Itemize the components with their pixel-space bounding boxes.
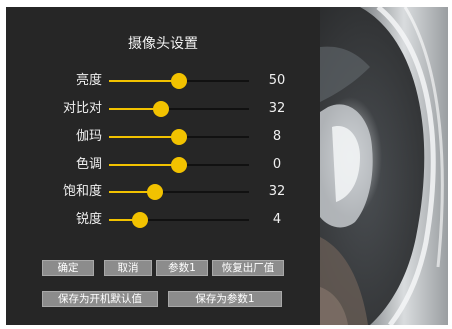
- slider-value: 32: [268, 101, 286, 116]
- brightness-slider-handle[interactable]: [171, 73, 187, 89]
- slider-value: 32: [268, 184, 286, 199]
- camera-preview-image: [320, 7, 448, 325]
- slider-fill: [109, 164, 179, 166]
- camera-settings-panel: 摄像头设置 亮度 50 对比对 32 伽玛 8 色调 0 饱和度 32 锐度 4…: [6, 7, 320, 325]
- slider-label: 亮度: [75, 73, 102, 88]
- gamma-slider-handle[interactable]: [171, 129, 187, 145]
- slider-row-sharpness: 锐度 4: [6, 210, 320, 230]
- contrast-slider-track[interactable]: [109, 101, 249, 117]
- sharpness-slider-track[interactable]: [109, 212, 249, 228]
- confirm-button[interactable]: 确定: [42, 260, 94, 276]
- slider-row-hue: 色调 0: [6, 155, 320, 175]
- slider-fill: [109, 80, 179, 82]
- save-as-param1-button[interactable]: 保存为参数1: [168, 291, 282, 307]
- slider-label: 锐度: [75, 212, 102, 227]
- restore-defaults-button[interactable]: 恢复出厂值: [212, 260, 284, 276]
- slider-value: 0: [272, 157, 282, 172]
- slider-label: 伽玛: [75, 129, 102, 144]
- slider-row-saturation: 饱和度 32: [6, 182, 320, 202]
- slider-fill: [109, 136, 179, 138]
- slider-label: 饱和度: [62, 184, 102, 199]
- gamma-slider-track[interactable]: [109, 129, 249, 145]
- brightness-slider-track[interactable]: [109, 73, 249, 89]
- slider-label: 对比对: [62, 101, 102, 116]
- slider-value: 8: [272, 129, 282, 144]
- cancel-button[interactable]: 取消: [104, 260, 152, 276]
- hue-slider-track[interactable]: [109, 157, 249, 173]
- saturation-slider-handle[interactable]: [147, 184, 163, 200]
- camera-preview: [320, 7, 448, 325]
- panel-title: 摄像头设置: [128, 36, 198, 52]
- sharpness-slider-handle[interactable]: [132, 212, 148, 228]
- slider-value: 4: [272, 212, 282, 227]
- param1-button[interactable]: 参数1: [156, 260, 208, 276]
- slider-row-brightness: 亮度 50: [6, 71, 320, 91]
- saturation-slider-track[interactable]: [109, 184, 249, 200]
- slider-row-contrast: 对比对 32: [6, 99, 320, 119]
- slider-row-gamma: 伽玛 8: [6, 127, 320, 147]
- slider-value: 50: [268, 73, 286, 88]
- slider-label: 色调: [75, 157, 102, 172]
- hue-slider-handle[interactable]: [171, 157, 187, 173]
- contrast-slider-handle[interactable]: [153, 101, 169, 117]
- save-as-boot-default-button[interactable]: 保存为开机默认值: [42, 291, 158, 307]
